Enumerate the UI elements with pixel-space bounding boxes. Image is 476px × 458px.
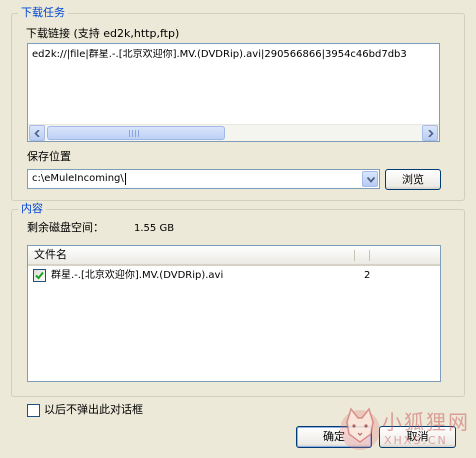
- file-list[interactable]: 文件名 群星.-.[北京欢迎你].MV.(DVDRip).avi 2: [27, 245, 441, 382]
- chevron-down-icon: [367, 177, 375, 183]
- scroll-right-button[interactable]: [422, 125, 438, 141]
- dont-show-again-label: 以后不弹出此对话框: [44, 403, 143, 416]
- file-size-cell: 2: [364, 270, 371, 281]
- cancel-button[interactable]: 取消: [379, 426, 456, 448]
- save-location-value: c:\eMuleIncoming\: [32, 173, 124, 184]
- arrow-right-icon: [428, 130, 434, 137]
- browse-button[interactable]: 浏览: [385, 169, 441, 190]
- ok-button[interactable]: 确定: [296, 426, 372, 448]
- column-header-extra[interactable]: [370, 246, 440, 264]
- arrow-left-icon: [34, 130, 40, 137]
- column-header-filename[interactable]: 文件名: [28, 246, 354, 264]
- scroll-thumb[interactable]: [47, 126, 225, 140]
- file-name-cell: 群星.-.[北京欢迎你].MV.(DVDRip).avi: [51, 270, 224, 281]
- download-link-label: 下载链接 (支持 ed2k,http,ftp): [26, 27, 180, 40]
- save-location-combo[interactable]: c:\eMuleIncoming\: [27, 169, 380, 189]
- checkmark-icon: [35, 271, 44, 280]
- horizontal-scrollbar[interactable]: [28, 124, 439, 141]
- free-space-value: 1.55 GB: [134, 223, 175, 234]
- column-header-size[interactable]: [355, 246, 369, 264]
- download-link-text: ed2k://|file|群星.-.[北京欢迎你].MV.(DVDRip).av…: [32, 49, 407, 60]
- table-row[interactable]: 群星.-.[北京欢迎你].MV.(DVDRip).avi 2: [28, 268, 440, 284]
- content-title: 内容: [18, 202, 46, 216]
- scroll-left-button[interactable]: [29, 125, 45, 141]
- free-space-label: 剩余磁盘空间：: [27, 221, 104, 234]
- dont-show-again-checkbox[interactable]: [27, 404, 40, 417]
- save-location-dropdown-button[interactable]: [362, 171, 378, 187]
- file-list-header: 文件名: [28, 246, 440, 266]
- download-task-title: 下载任务: [18, 6, 68, 20]
- file-checkbox[interactable]: [33, 269, 46, 282]
- download-link-textarea[interactable]: ed2k://|file|群星.-.[北京欢迎你].MV.(DVDRip).av…: [27, 43, 440, 142]
- save-location-label: 保存位置: [27, 150, 71, 163]
